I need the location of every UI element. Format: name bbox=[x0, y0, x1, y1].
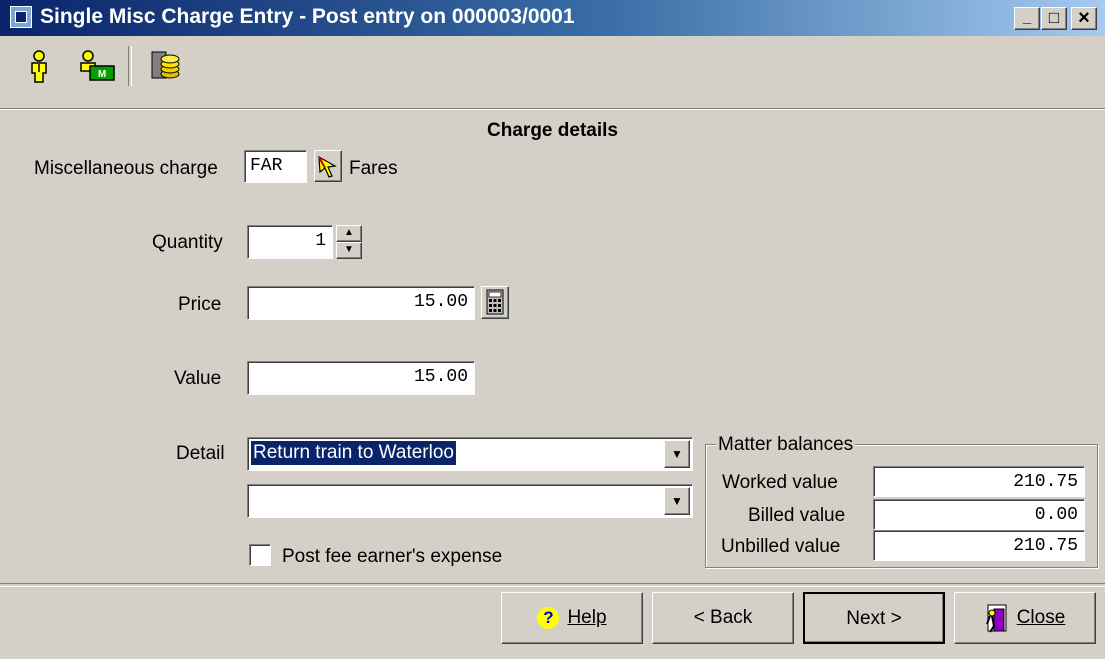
button-bar-separator bbox=[0, 583, 1105, 587]
svg-text:M: M bbox=[98, 69, 106, 80]
fee-earner-icon[interactable] bbox=[22, 48, 56, 84]
window-title: Single Misc Charge Entry - Post entry on… bbox=[40, 5, 575, 28]
question-icon: ? bbox=[537, 606, 560, 629]
close-label: Close bbox=[1016, 607, 1066, 628]
billed-value-label: Billed value bbox=[748, 505, 846, 526]
spin-down-icon: ▼ bbox=[344, 244, 354, 255]
exit-door-icon bbox=[985, 604, 1007, 633]
detail-combo-1[interactable]: Return train to Waterloo ▼ bbox=[247, 437, 693, 471]
matter-icon[interactable]: M bbox=[76, 48, 118, 84]
next-button[interactable]: Next > bbox=[803, 592, 945, 644]
quantity-input[interactable]: 1 bbox=[247, 225, 333, 259]
misc-charge-description: Fares bbox=[349, 158, 398, 179]
billed-value-field: 0.00 bbox=[873, 499, 1085, 530]
worked-value-label: Worked value bbox=[722, 472, 838, 493]
minimize-button[interactable]: _ bbox=[1014, 7, 1040, 30]
pointer-arrow-icon bbox=[318, 155, 337, 178]
help-button[interactable]: ? Help bbox=[501, 592, 643, 644]
calculator-icon bbox=[486, 289, 504, 315]
misc-charge-lookup-button[interactable] bbox=[314, 150, 342, 182]
value-label: Value bbox=[174, 368, 222, 389]
coins-icon[interactable] bbox=[148, 48, 182, 84]
matter-balances-title: Matter balances bbox=[716, 434, 856, 456]
chevron-down-icon: ▼ bbox=[671, 447, 683, 461]
quantity-spin-up[interactable]: ▲ bbox=[336, 225, 362, 242]
price-label: Price bbox=[178, 294, 222, 315]
calculator-button[interactable] bbox=[481, 286, 509, 319]
unbilled-value-label: Unbilled value bbox=[721, 536, 841, 557]
detail-combo-1-dropdown[interactable]: ▼ bbox=[664, 440, 690, 468]
misc-charge-label: Miscellaneous charge bbox=[34, 158, 218, 179]
misc-charge-code-input[interactable]: FAR bbox=[244, 150, 307, 183]
close-button[interactable]: Close bbox=[954, 592, 1096, 644]
value-input[interactable]: 15.00 bbox=[247, 361, 475, 395]
maximize-button[interactable]: □ bbox=[1041, 7, 1067, 30]
back-button[interactable]: < Back bbox=[652, 592, 794, 644]
detail-label: Detail bbox=[176, 443, 225, 464]
spin-up-icon: ▲ bbox=[344, 227, 354, 238]
chevron-down-icon: ▼ bbox=[671, 494, 683, 508]
worked-value-field: 210.75 bbox=[873, 466, 1085, 497]
detail-combo-1-value: Return train to Waterloo bbox=[251, 441, 456, 465]
quantity-spin-down[interactable]: ▼ bbox=[336, 242, 362, 259]
detail-combo-2-dropdown[interactable]: ▼ bbox=[664, 487, 690, 515]
unbilled-value-field: 210.75 bbox=[873, 530, 1085, 561]
help-label: Help bbox=[567, 607, 607, 628]
close-window-button[interactable]: × bbox=[1071, 7, 1097, 30]
price-input[interactable]: 15.00 bbox=[247, 286, 475, 320]
quantity-label: Quantity bbox=[152, 232, 223, 253]
app-icon[interactable] bbox=[10, 6, 32, 28]
detail-combo-2[interactable]: ▼ bbox=[247, 484, 693, 518]
post-expense-checkbox[interactable] bbox=[249, 544, 271, 566]
toolbar-separator bbox=[128, 46, 132, 86]
post-expense-label: Post fee earner's expense bbox=[282, 546, 503, 567]
section-title: Charge details bbox=[487, 120, 618, 141]
